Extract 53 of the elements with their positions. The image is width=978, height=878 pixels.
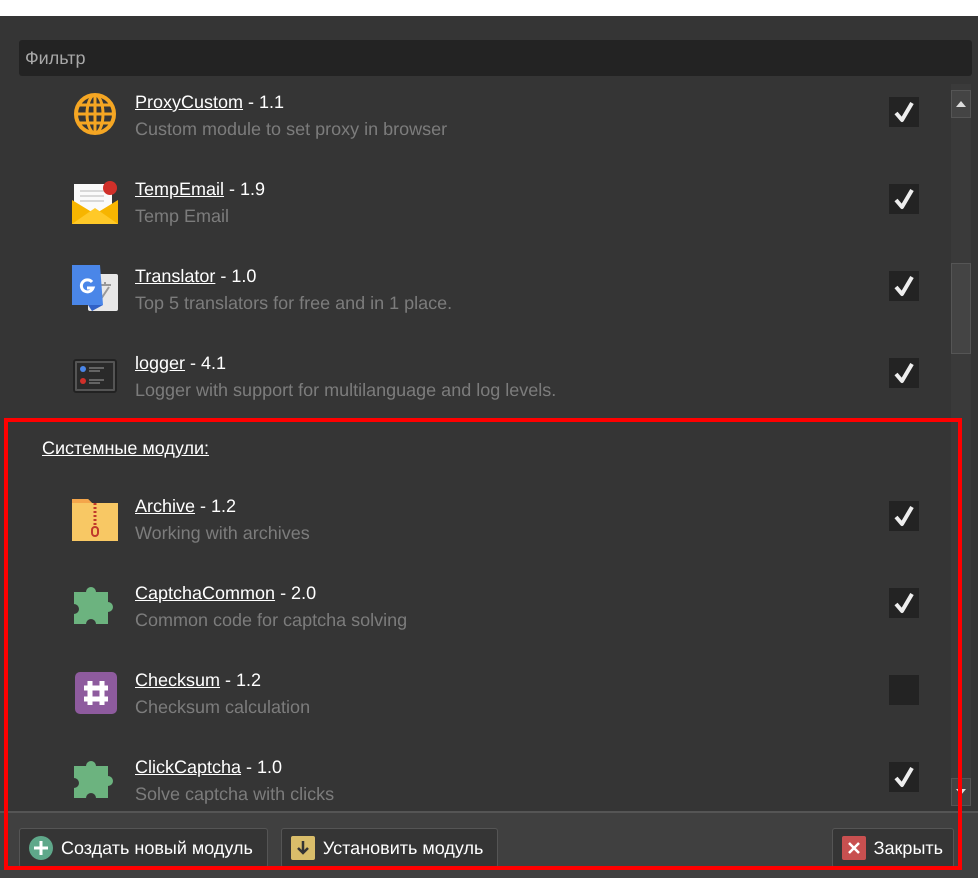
module-link[interactable]: Checksum [135, 669, 220, 691]
module-description: Common code for captcha solving [135, 609, 408, 631]
section-heading: Системные модули: [42, 438, 210, 458]
module-link[interactable]: Archive [135, 495, 196, 517]
module-description: Checksum calculation [135, 696, 312, 718]
module-description: Custom module to set proxy in browser [135, 118, 448, 140]
module-version: - 1.2 [200, 495, 236, 517]
check-icon [893, 766, 915, 788]
check-icon [893, 362, 915, 384]
filter-field[interactable]: Фильтр [19, 40, 972, 76]
module-checkbox[interactable] [889, 501, 919, 531]
check-icon [893, 101, 915, 123]
globe-icon [72, 91, 118, 137]
module-version: - 1.1 [248, 91, 284, 113]
module-link[interactable]: ProxyCustom [135, 91, 244, 113]
module-checkbox[interactable] [889, 358, 919, 388]
download-icon [290, 836, 315, 860]
check-icon [893, 592, 915, 614]
plus-icon [29, 836, 53, 860]
module-link[interactable]: logger [135, 352, 186, 374]
module-checkbox[interactable] [889, 97, 919, 127]
module-version: - 1.0 [246, 756, 282, 778]
module-version: - 1.2 [225, 669, 262, 691]
module-description: Solve captcha with clicks [135, 783, 336, 805]
module-version: - 4.1 [190, 352, 226, 374]
envelope-icon [72, 178, 118, 224]
scroll-up-button[interactable] [951, 90, 971, 118]
module-checkbox[interactable] [889, 588, 919, 618]
module-description: Top 5 translators for free and in 1 place. [135, 292, 454, 314]
module-link[interactable]: TempEmail [135, 178, 224, 200]
scroll-thumb[interactable] [951, 263, 971, 354]
translate-icon [72, 265, 118, 311]
module-description: Temp Email [135, 205, 230, 227]
check-icon [893, 505, 915, 527]
close-icon [842, 836, 866, 860]
footer-button[interactable]: Закрыть [832, 828, 954, 868]
module-description: Working with archives [135, 522, 311, 544]
check-icon [893, 275, 915, 297]
module-link[interactable]: Translator [135, 265, 216, 287]
check-icon [893, 188, 915, 210]
module-version: - 1.0 [220, 265, 256, 287]
module-checkbox[interactable] [889, 271, 919, 301]
module-version: - 2.0 [280, 582, 316, 604]
module-version: - 1.9 [229, 178, 266, 200]
footer-button[interactable]: Установить модуль [280, 828, 498, 868]
up-arrow-icon [956, 101, 966, 107]
module-description: Logger with support for multilanguage and log levels. [135, 379, 558, 401]
module-checkbox[interactable] [889, 762, 919, 792]
module-checkbox[interactable] [889, 184, 919, 214]
module-link[interactable]: CaptchaCommon [135, 582, 276, 604]
module-link[interactable]: ClickCaptcha [135, 756, 242, 778]
hash-icon [72, 669, 118, 715]
footer-button[interactable]: Создать новый модуль [19, 828, 268, 868]
